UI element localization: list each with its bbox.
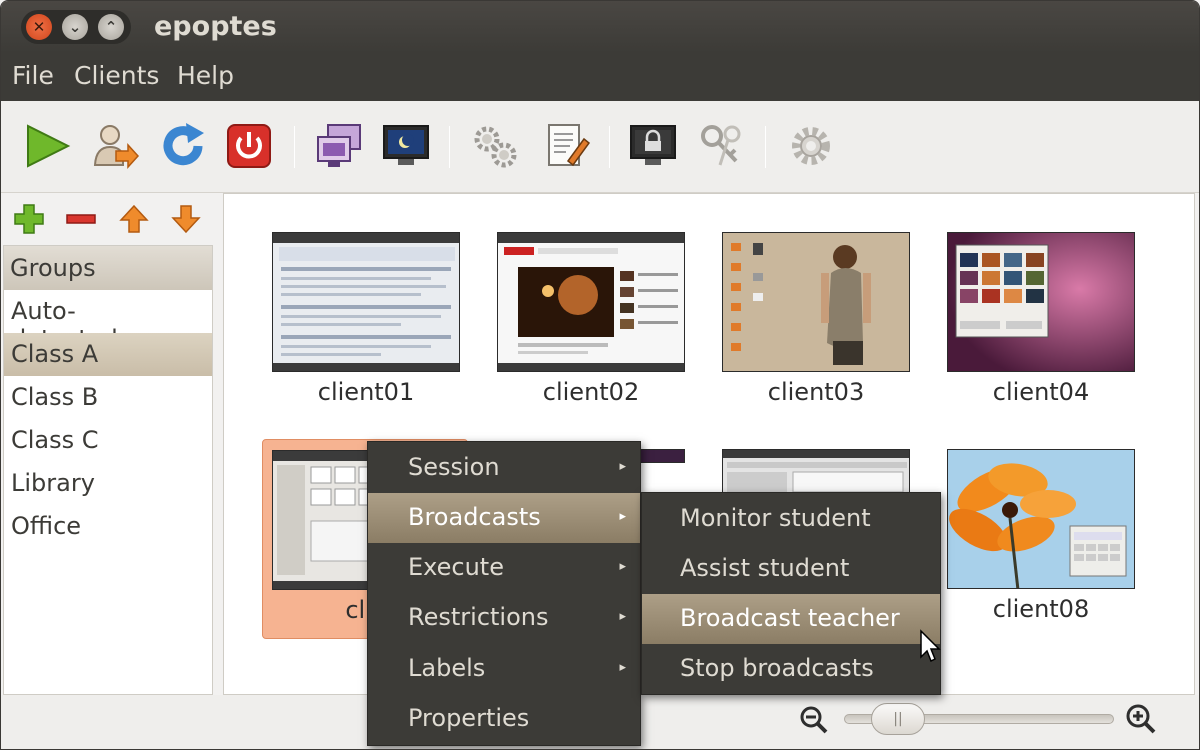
menu-clients[interactable]: Clients — [74, 61, 159, 90]
client-label: client03 — [767, 378, 865, 406]
submenu-arrow-icon: ▸ — [619, 559, 626, 574]
client-thumbnail — [722, 232, 910, 372]
settings-icon[interactable] — [786, 121, 836, 171]
monitor-night-icon[interactable] — [381, 121, 431, 171]
client-label: client02 — [542, 378, 640, 406]
client-tile[interactable]: client08 — [947, 449, 1137, 629]
add-icon[interactable] — [12, 203, 46, 235]
group-item-office[interactable]: Office — [4, 505, 212, 548]
menu-item-label: Session — [408, 453, 500, 481]
menu-item-label: Restrictions — [408, 603, 549, 631]
client-tile[interactable]: client04 — [947, 232, 1137, 412]
menu-item-labels[interactable]: Labels ▸ — [368, 644, 640, 694]
menu-item-broadcasts[interactable]: Broadcasts ▸ — [368, 493, 640, 543]
window-title: epoptes — [154, 11, 277, 42]
client-thumbnail — [722, 449, 910, 497]
client-tile[interactable]: client02 — [497, 232, 687, 412]
submenu-arrow-icon: ▸ — [619, 459, 626, 474]
client-tile[interactable]: client01 — [272, 232, 462, 412]
toolbar-separator — [449, 126, 450, 168]
sidebar: Groups Auto-detected... Class A Class B … — [1, 193, 215, 695]
menu-item-label: Broadcasts — [408, 503, 541, 531]
toolbar-separator — [294, 126, 295, 168]
group-item-auto-detected[interactable]: Auto-detected... — [4, 290, 212, 353]
client-label: client08 — [992, 595, 1090, 623]
gears-icon[interactable] — [471, 121, 521, 171]
move-down-icon[interactable] — [169, 203, 203, 235]
title-bar[interactable]: ✕ ⌄ ⌃ epoptes — [1, 1, 1199, 53]
close-window-button[interactable]: ✕ — [26, 14, 52, 40]
groups-header[interactable]: Groups — [4, 246, 212, 290]
menu-item-label: Properties — [408, 704, 530, 732]
keys-icon[interactable] — [698, 121, 748, 171]
mouse-pointer-icon — [920, 629, 941, 663]
zoom-slider-thumb[interactable]: || — [871, 703, 925, 735]
menu-item-properties[interactable]: Properties — [368, 694, 640, 744]
broadcasts-submenu: Monitor student Assist student Broadcast… — [641, 492, 941, 695]
menu-item-execute[interactable]: Execute ▸ — [368, 543, 640, 593]
client-tile[interactable]: client03 — [722, 232, 912, 412]
menu-file[interactable]: File — [12, 61, 54, 90]
remove-icon[interactable] — [64, 203, 98, 235]
client-thumbnail — [497, 232, 685, 372]
menu-item-label: Execute — [408, 553, 504, 581]
client-thumbnail — [272, 232, 460, 372]
zoom-in-icon[interactable] — [1125, 703, 1157, 735]
play-icon[interactable] — [22, 121, 72, 171]
submenu-arrow-icon: ▸ — [619, 660, 626, 675]
group-item-library[interactable]: Library — [4, 462, 212, 505]
submenu-item-monitor-student[interactable]: Monitor student — [642, 494, 940, 544]
group-item-class-a[interactable]: Class A — [4, 333, 212, 376]
menu-item-restrictions[interactable]: Restrictions ▸ — [368, 593, 640, 643]
client-thumbnail — [947, 449, 1135, 589]
submenu-item-stop-broadcasts[interactable]: Stop broadcasts — [642, 644, 940, 694]
menu-item-label: Labels — [408, 654, 486, 682]
client-context-menu: Session ▸ Broadcasts ▸ Execute ▸ Restric… — [367, 441, 641, 746]
lock-screen-icon[interactable] — [628, 121, 678, 171]
toolbar-separator — [765, 126, 766, 168]
epoptes-window: ✕ ⌄ ⌃ epoptes File Clients Help Groups A… — [0, 0, 1200, 750]
toolbar-separator — [609, 126, 610, 168]
menu-item-session[interactable]: Session ▸ — [368, 443, 640, 493]
menu-bar: File Clients Help — [1, 53, 1199, 101]
group-item-class-c[interactable]: Class C — [4, 419, 212, 462]
toolbar — [1, 101, 1199, 193]
submenu-item-broadcast-teacher[interactable]: Broadcast teacher — [642, 594, 940, 644]
groups-list: Groups Auto-detected... Class A Class B … — [3, 245, 213, 695]
edit-document-icon[interactable] — [542, 121, 592, 171]
group-tools — [1, 193, 215, 245]
zoom-out-icon[interactable] — [799, 705, 829, 735]
pane-splitter[interactable] — [215, 193, 223, 695]
refresh-icon[interactable] — [158, 121, 208, 171]
group-item-class-b[interactable]: Class B — [4, 376, 212, 419]
submenu-item-assist-student[interactable]: Assist student — [642, 544, 940, 594]
client-label: client04 — [992, 378, 1090, 406]
submenu-arrow-icon: ▸ — [619, 509, 626, 524]
client-label: client01 — [317, 378, 415, 406]
window-controls: ✕ ⌄ ⌃ — [21, 10, 131, 44]
client-thumbnail — [947, 232, 1135, 372]
minimize-window-button[interactable]: ⌄ — [62, 14, 88, 40]
menu-help[interactable]: Help — [177, 61, 234, 90]
power-icon[interactable] — [224, 121, 274, 171]
move-up-icon[interactable] — [117, 203, 151, 235]
maximize-window-button[interactable]: ⌃ — [98, 14, 124, 40]
submenu-arrow-icon: ▸ — [619, 609, 626, 624]
user-arrow-icon[interactable] — [90, 121, 140, 171]
screens-icon[interactable] — [314, 121, 364, 171]
